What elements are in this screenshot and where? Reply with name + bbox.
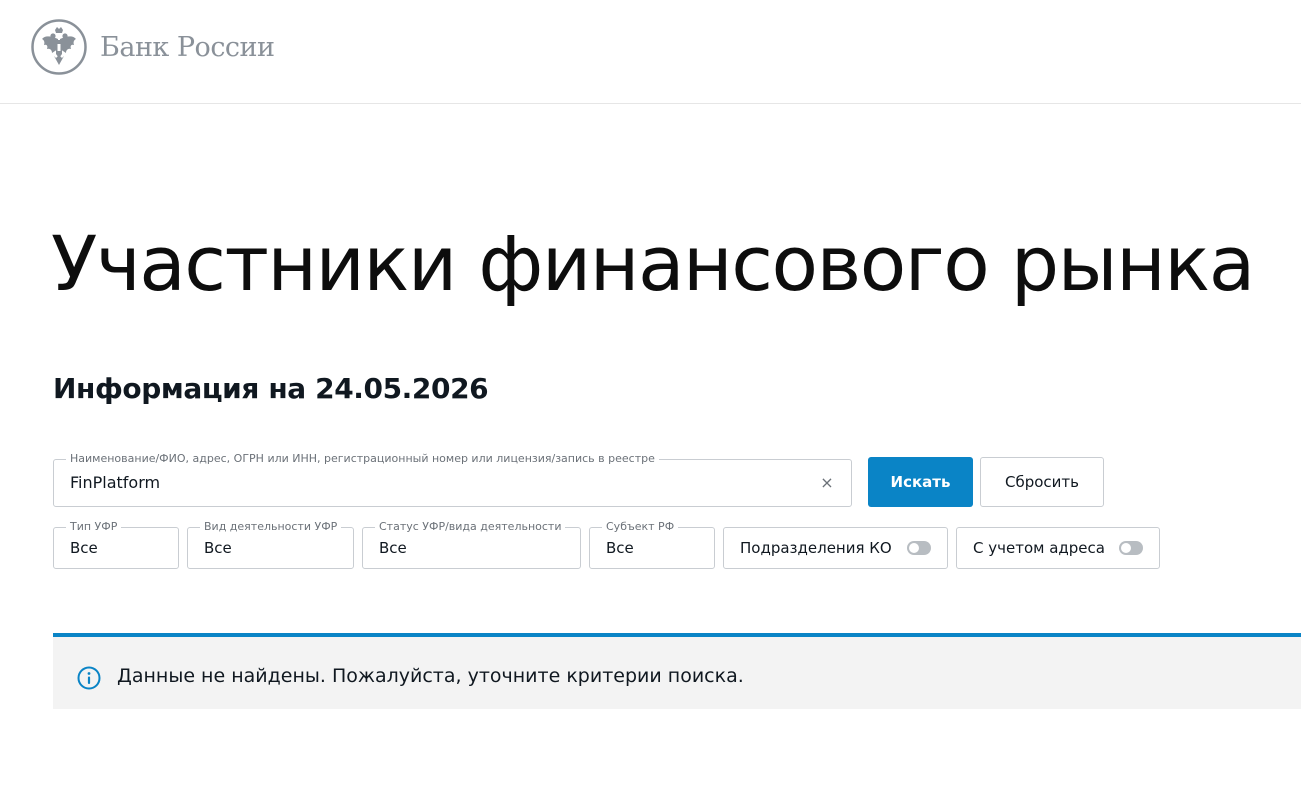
toggle-address[interactable]: С учетом адреса	[956, 527, 1160, 569]
logo-text: Банк России	[100, 31, 275, 63]
toggle-knob	[1121, 543, 1131, 553]
filter-ufr-type[interactable]: Тип УФР Все	[53, 520, 179, 569]
clear-icon[interactable]: ×	[819, 475, 835, 491]
page-title: Участники финансового рынка	[51, 219, 1255, 308]
filter-value: Все	[204, 539, 232, 557]
site-header: Банк России	[0, 0, 1301, 104]
info-icon	[77, 666, 101, 690]
toggle-label: С учетом адреса	[973, 539, 1105, 557]
toggle-label: Подразделения КО	[740, 539, 892, 557]
double-headed-eagle-emblem-icon	[31, 19, 87, 75]
filter-region[interactable]: Субъект РФ Все	[589, 520, 715, 569]
toggle-switch[interactable]	[907, 541, 931, 555]
alert-text: Данные не найдены. Пожалуйста, уточните …	[117, 665, 744, 687]
toggle-knob	[909, 543, 919, 553]
toggle-switch[interactable]	[1119, 541, 1143, 555]
filter-value: Все	[379, 539, 407, 557]
search-button[interactable]: Искать	[868, 457, 973, 507]
filter-value: Все	[70, 539, 98, 557]
filter-activity-type[interactable]: Вид деятельности УФР Все	[187, 520, 354, 569]
filter-value: Все	[606, 539, 634, 557]
search-input-value[interactable]: FinPlatform	[70, 460, 160, 506]
bank-logo[interactable]: Банк России	[31, 19, 275, 75]
toggle-branches[interactable]: Подразделения КО	[723, 527, 948, 569]
no-results-alert: Данные не найдены. Пожалуйста, уточните …	[53, 633, 1301, 709]
info-date-heading: Информация на 24.05.2026	[53, 372, 489, 405]
filter-status[interactable]: Статус УФР/вида деятельности Все	[362, 520, 581, 569]
search-input[interactable]: Наименование/ФИО, адрес, ОГРН или ИНН, р…	[53, 452, 852, 507]
reset-button[interactable]: Сбросить	[980, 457, 1104, 507]
